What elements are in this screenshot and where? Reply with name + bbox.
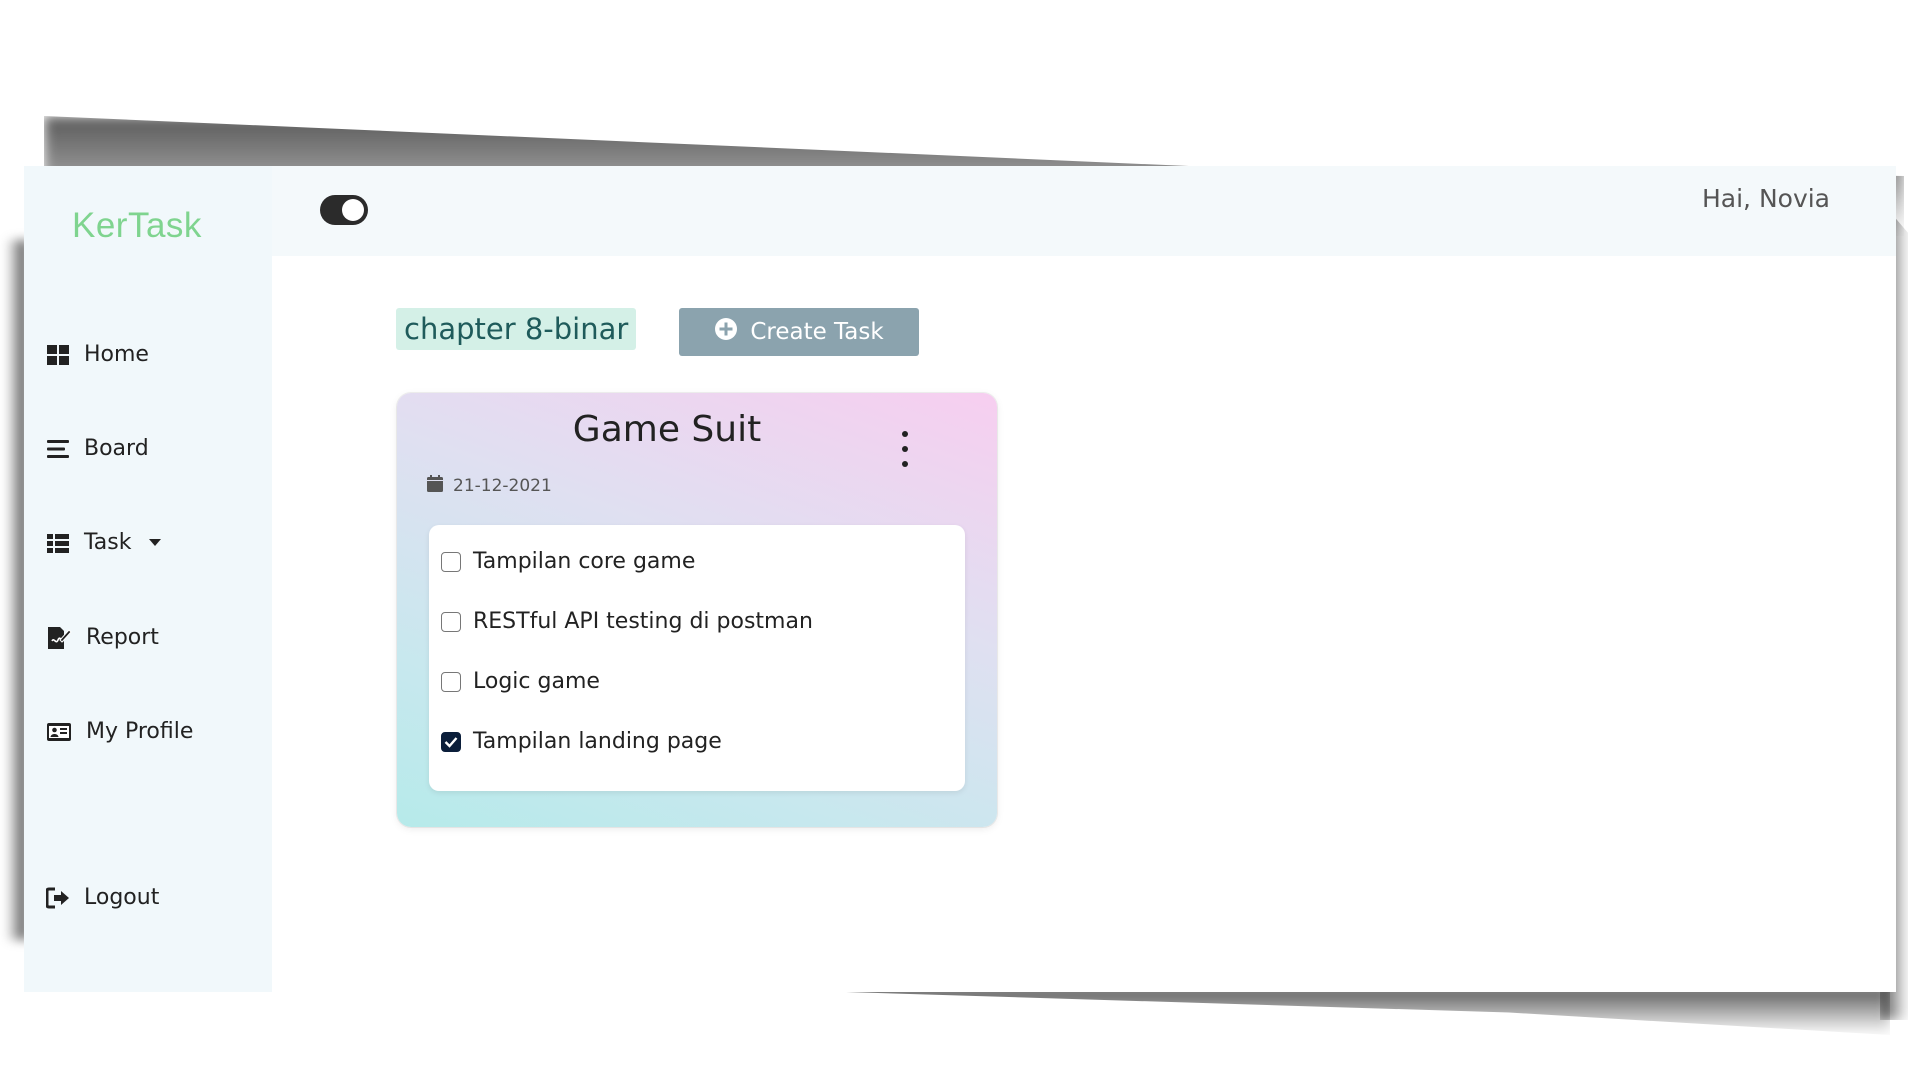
list-icon xyxy=(46,531,70,555)
card-date-text: 21-12-2021 xyxy=(453,476,552,496)
brand-logo[interactable]: KerTask xyxy=(72,206,202,246)
sidebar-item-label: Report xyxy=(86,625,159,650)
top-bar: Hai, Novia xyxy=(272,166,1896,256)
sidebar-item-home[interactable]: Home xyxy=(46,342,149,367)
todo-list: Tampilan core game RESTful API testing d… xyxy=(429,525,965,791)
card-title: Game Suit xyxy=(572,409,762,450)
check-icon xyxy=(444,736,458,748)
list-item[interactable]: Tampilan landing page xyxy=(441,729,722,754)
sidebar-item-label: Board xyxy=(84,436,149,461)
caret-down-icon xyxy=(149,539,162,546)
todo-checkbox[interactable] xyxy=(441,671,461,692)
theme-toggle[interactable] xyxy=(320,195,368,225)
id-card-icon xyxy=(46,721,72,743)
bars-icon xyxy=(46,437,70,461)
create-task-button[interactable]: Create Task xyxy=(679,308,919,356)
task-card: Game Suit 21-12-2021 Tampilan core game … xyxy=(397,393,997,827)
todo-label: Tampilan core game xyxy=(473,549,696,574)
logout-label: Logout xyxy=(84,885,160,910)
todo-checkbox-checked[interactable] xyxy=(441,731,461,752)
create-task-label: Create Task xyxy=(750,319,884,345)
plus-circle-icon xyxy=(714,317,738,347)
todo-checkbox[interactable] xyxy=(441,611,461,632)
sign-out-icon xyxy=(46,887,70,909)
grid-icon xyxy=(46,343,70,367)
project-title: chapter 8-binar xyxy=(396,308,637,350)
ellipsis-vertical-icon[interactable] xyxy=(895,431,915,467)
calendar-icon xyxy=(427,475,443,497)
sidebar: KerTask Home Board Task Report My Profil… xyxy=(24,166,272,992)
sidebar-item-my-profile[interactable]: My Profile xyxy=(46,719,193,744)
window-shadow-bottom xyxy=(620,985,1890,1035)
app-window: KerTask Home Board Task Report My Profil… xyxy=(24,166,1896,992)
sidebar-item-label: My Profile xyxy=(86,719,194,744)
list-item[interactable]: Tampilan core game xyxy=(441,549,695,574)
sidebar-item-label: Home xyxy=(84,342,149,367)
toggle-knob xyxy=(342,199,364,221)
sidebar-item-task[interactable]: Task xyxy=(46,530,162,555)
logout-button[interactable]: Logout xyxy=(46,885,159,910)
todo-checkbox[interactable] xyxy=(441,551,461,572)
todo-label: RESTful API testing di postman xyxy=(473,609,813,634)
todo-label: Tampilan landing page xyxy=(473,729,722,754)
user-greeting[interactable]: Hai, Novia xyxy=(1702,184,1830,213)
list-item[interactable]: Logic game xyxy=(441,669,600,694)
file-signature-icon xyxy=(46,626,72,650)
screenshot-stage: KerTask Home Board Task Report My Profil… xyxy=(0,0,1920,1080)
sidebar-item-report[interactable]: Report xyxy=(46,625,159,650)
todo-label: Logic game xyxy=(473,669,600,694)
sidebar-item-label: Task xyxy=(84,530,132,555)
sidebar-item-board[interactable]: Board xyxy=(46,436,149,461)
card-date: 21-12-2021 xyxy=(427,475,552,497)
list-item[interactable]: RESTful API testing di postman xyxy=(441,609,813,634)
